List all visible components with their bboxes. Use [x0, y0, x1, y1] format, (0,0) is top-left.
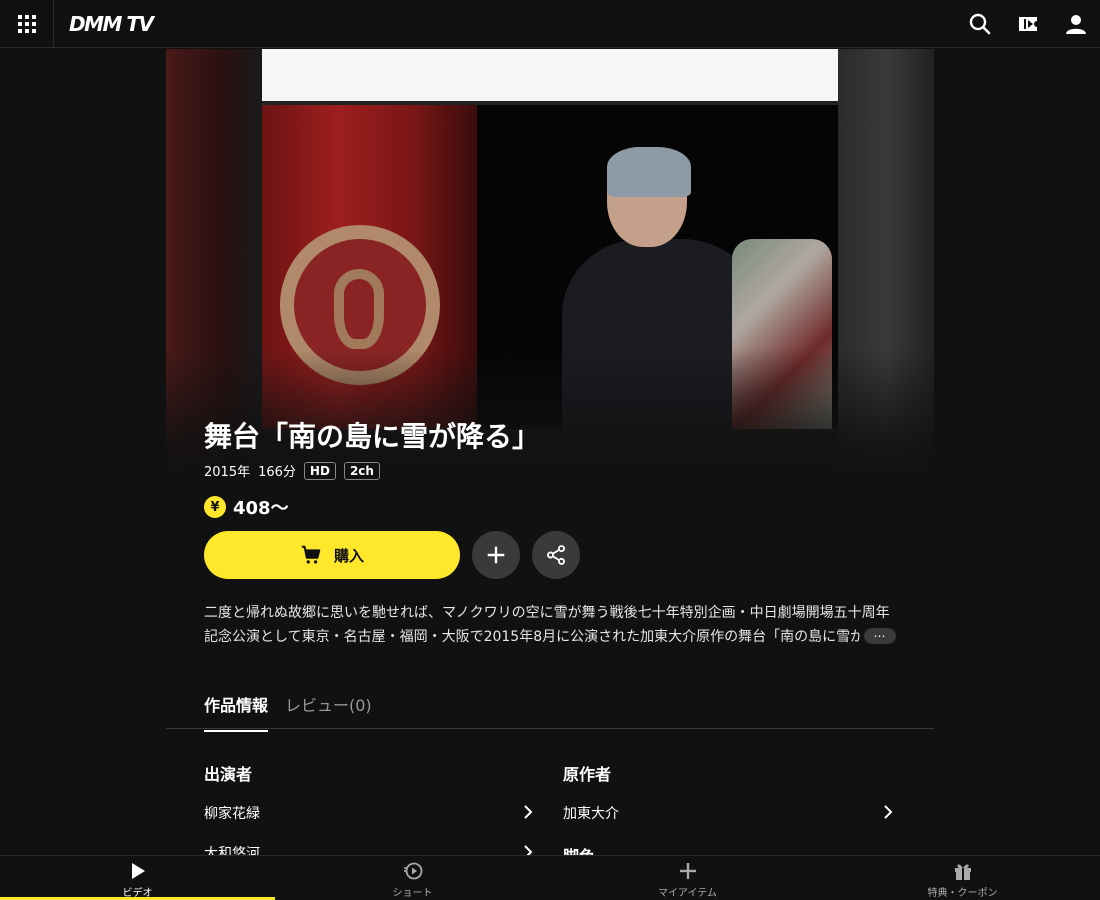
price: ¥ 408〜	[204, 494, 289, 520]
page-title: 舞台「南の島に雪が降る」	[204, 420, 541, 453]
play-icon	[131, 863, 145, 879]
share-button[interactable]	[532, 531, 580, 579]
description-line-2: 記念公演として東京・名古屋・福岡・大阪で2015年8月に公演された加東大介原作の…	[204, 629, 860, 645]
nav-short[interactable]: ショート	[275, 856, 550, 900]
yen-icon: ¥	[204, 496, 226, 518]
bottom-navigation: ビデオ ショート マイアイテム 特典・クーポン	[0, 855, 1100, 900]
app-header: DMM TV	[0, 0, 1100, 48]
duration: 166分	[258, 465, 296, 480]
nav-benefits-coupons[interactable]: 特典・クーポン	[825, 856, 1100, 900]
author-section-title: 原作者	[563, 765, 612, 784]
chevron-right-icon[interactable]	[881, 805, 895, 819]
tab-review[interactable]: レビュー(0)	[285, 692, 372, 730]
cast-section-title: 出演者	[204, 765, 253, 784]
chevron-right-icon[interactable]	[521, 805, 535, 819]
grid-menu-button[interactable]	[0, 0, 54, 48]
ticket-icon[interactable]	[1016, 12, 1040, 36]
audio-badge: 2ch	[343, 461, 380, 480]
author-item[interactable]: 加東大介	[563, 803, 619, 823]
nav-short-label: ショート	[392, 888, 433, 899]
buy-label: 購入	[333, 546, 364, 565]
grid-menu-icon	[17, 15, 36, 33]
buy-button[interactable]: 購入	[204, 531, 460, 579]
nav-video[interactable]: ビデオ	[0, 856, 275, 900]
user-icon[interactable]	[1064, 12, 1088, 36]
hd-badge: HD	[303, 461, 336, 480]
title-meta: 2015年 166分 HD 2ch	[204, 461, 388, 480]
plus-icon	[487, 546, 505, 564]
nav-my-items-label: マイアイテム	[658, 888, 717, 899]
description-line-1: 二度と帰れぬ故郷に思いを馳せれば、マノクワリの空に雪が舞う戦後七十年特別企画・中…	[204, 605, 890, 621]
share-icon	[547, 545, 565, 565]
expand-description-button[interactable]: ⋯	[864, 628, 896, 644]
nav-benefits-label: 特典・クーポン	[927, 888, 998, 899]
search-icon[interactable]	[968, 12, 992, 36]
plus-icon	[679, 863, 696, 879]
gift-icon	[954, 864, 971, 880]
short-icon	[403, 862, 422, 880]
cart-icon	[301, 545, 321, 564]
tab-bar: 作品情報 レビュー(0)	[166, 680, 934, 732]
price-text: 408〜	[233, 498, 289, 519]
tab-work-info[interactable]: 作品情報	[204, 692, 269, 732]
release-year: 2015年	[204, 465, 251, 480]
add-to-list-button[interactable]	[472, 531, 520, 579]
dmm-tv-logo[interactable]: DMM TV	[69, 12, 154, 36]
cast-item[interactable]: 柳家花緑	[204, 803, 260, 823]
nav-my-items[interactable]: マイアイテム	[550, 856, 825, 900]
description: 二度と帰れぬ故郷に思いを馳せれば、マノクワリの空に雪が舞う戦後七十年特別企画・中…	[204, 601, 904, 649]
